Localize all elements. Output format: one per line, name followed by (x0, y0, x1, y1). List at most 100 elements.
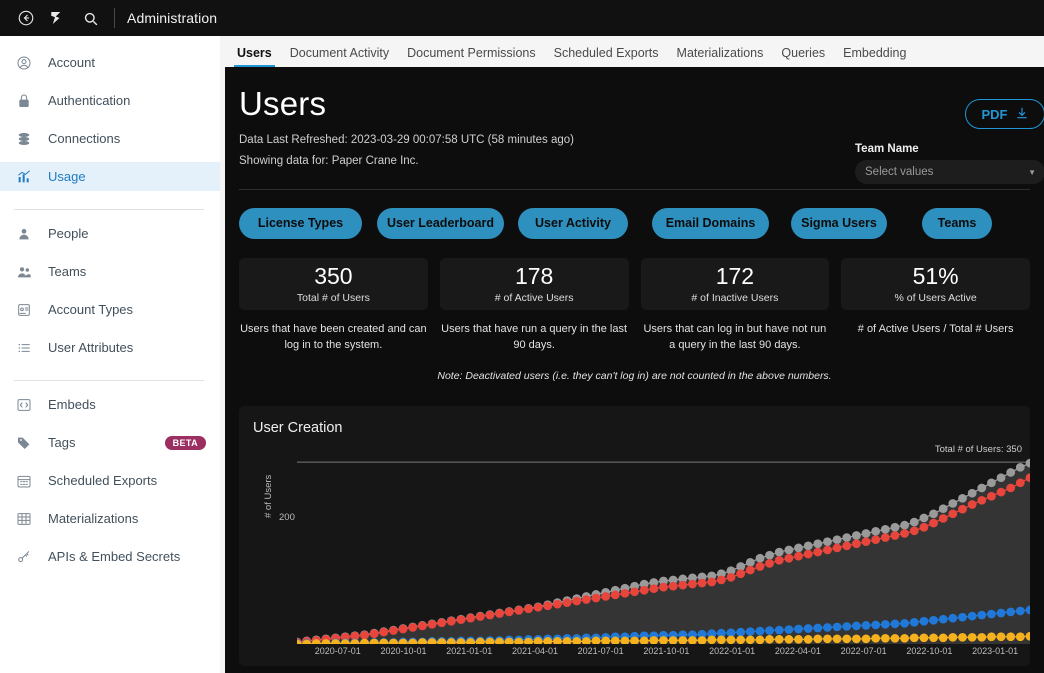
chart-point (833, 544, 842, 553)
chart-point (736, 570, 745, 579)
chart-point (399, 625, 408, 634)
pill-email-domains[interactable]: Email Domains (652, 208, 769, 239)
kpi-description: # of Active Users / Total # Users (841, 322, 1030, 353)
chart-point (948, 510, 957, 519)
chart-x-tick: 2021-01-01 (446, 646, 492, 656)
chart-point (621, 589, 630, 598)
chart-point (611, 591, 620, 600)
quick-link-pills: License Types User Leaderboard User Activi… (225, 208, 1044, 239)
chart-point (881, 634, 890, 643)
user-creation-panel: User Creation Total # of Users: 350 # of… (239, 406, 1030, 666)
chart-point (871, 535, 880, 544)
pill-user-activity[interactable]: User Activity (518, 208, 628, 239)
chart-point (958, 613, 967, 622)
chart-point (833, 535, 842, 544)
tab-users[interactable]: Users (228, 46, 281, 67)
chart-x-tick: 2022-07-01 (841, 646, 887, 656)
chart-x-tick: 2022-04-01 (775, 646, 821, 656)
sidebar-item-embeds[interactable]: Embeds (0, 390, 220, 419)
section-divider (239, 189, 1030, 190)
chart-point (900, 619, 909, 628)
chart-point (717, 636, 726, 644)
calendar-icon (14, 471, 34, 491)
chart-point (1006, 484, 1015, 493)
chart-point (929, 634, 938, 643)
chart-point (997, 633, 1006, 642)
chart-point (842, 622, 851, 631)
chart-point (881, 620, 890, 629)
sidebar-item-people[interactable]: People (0, 219, 220, 248)
pill-sigma-users[interactable]: Sigma Users (791, 208, 887, 239)
chart-point (939, 615, 948, 624)
chart-point (813, 624, 822, 633)
chart-point (543, 602, 552, 611)
chart-point (794, 635, 803, 644)
chart-point (1006, 608, 1015, 617)
sidebar-item-account[interactable]: Account (0, 48, 220, 77)
sidebar-item-usage[interactable]: Usage (0, 162, 220, 191)
chart-point (678, 581, 687, 590)
sidebar-item-tags[interactable]: TagsBETA (0, 428, 220, 457)
sidebar-item-connections[interactable]: Connections (0, 124, 220, 153)
sidebar-item-label: Connections (48, 131, 120, 146)
sidebar-item-teams[interactable]: Teams (0, 257, 220, 286)
chart-point (804, 635, 813, 644)
pill-user-leaderboard[interactable]: User Leaderboard (377, 208, 504, 239)
kpi-caption: # of Active Users (495, 292, 574, 304)
sigma-bird-logo[interactable] (42, 0, 74, 36)
chart-point (775, 635, 784, 644)
tab-scheduled-exports[interactable]: Scheduled Exports (545, 46, 668, 67)
sidebar-item-label: Account (48, 55, 95, 70)
chart-point (794, 625, 803, 634)
chart-point (794, 552, 803, 561)
sidebar-spacer (0, 191, 220, 200)
tab-document-permissions[interactable]: Document Permissions (398, 46, 545, 67)
chart-point (968, 633, 977, 642)
chart-point (862, 635, 871, 644)
chart-point (929, 510, 938, 519)
sidebar-item-account-types[interactable]: Account Types (0, 295, 220, 324)
user-circle-icon (14, 53, 34, 73)
pill-teams[interactable]: Teams (922, 208, 992, 239)
chart-point (476, 612, 485, 621)
pill-license-types[interactable]: License Types (239, 208, 362, 239)
page-title: Users (239, 85, 1030, 123)
chart-point (428, 620, 437, 629)
chart-point (669, 582, 678, 591)
sidebar-item-label: APIs & Embed Secrets (48, 549, 180, 564)
tab-embedding[interactable]: Embedding (834, 46, 915, 67)
sidebar-item-apis-embed-secrets[interactable]: APIs & Embed Secrets (0, 542, 220, 571)
tab-queries[interactable]: Queries (772, 46, 834, 67)
chart-point (785, 554, 794, 563)
sidebar-spacer (0, 495, 220, 504)
search-icon[interactable] (74, 0, 106, 36)
user-creation-chart (297, 458, 1030, 644)
sidebar-item-authentication[interactable]: Authentication (0, 86, 220, 115)
sidebar-item-label: Scheduled Exports (48, 473, 157, 488)
lock-icon (14, 91, 34, 111)
sidebar-item-label: User Attributes (48, 340, 133, 355)
chart-point (572, 597, 581, 606)
chart-point (920, 634, 929, 643)
sidebar-item-label: Tags (48, 435, 75, 450)
chart-point (437, 619, 446, 628)
chart-point (958, 494, 967, 503)
tab-materializations[interactable]: Materializations (668, 46, 773, 67)
chart-point (891, 523, 900, 532)
sidebar-item-user-attributes[interactable]: User Attributes (0, 333, 220, 362)
toolbar-divider (114, 8, 115, 28)
chart-point (707, 578, 716, 587)
team-name-select[interactable]: Select values ▼ (855, 160, 1044, 184)
sidebar-item-scheduled-exports[interactable]: Scheduled Exports (0, 466, 220, 495)
chart-x-tick: 2023-01-01 (972, 646, 1018, 656)
chart-point (968, 500, 977, 509)
chart-point (804, 542, 813, 551)
pdf-label: PDF (982, 107, 1008, 122)
chart-point (987, 633, 996, 642)
sidebar-item-materializations[interactable]: Materializations (0, 504, 220, 533)
tab-document-activity[interactable]: Document Activity (281, 46, 398, 67)
pdf-export-button[interactable]: PDF (965, 99, 1044, 129)
kpi-note: Note: Deactivated users (i.e. they can't… (225, 370, 1044, 382)
chart-point (495, 609, 504, 618)
back-arrow-icon[interactable] (10, 0, 42, 36)
